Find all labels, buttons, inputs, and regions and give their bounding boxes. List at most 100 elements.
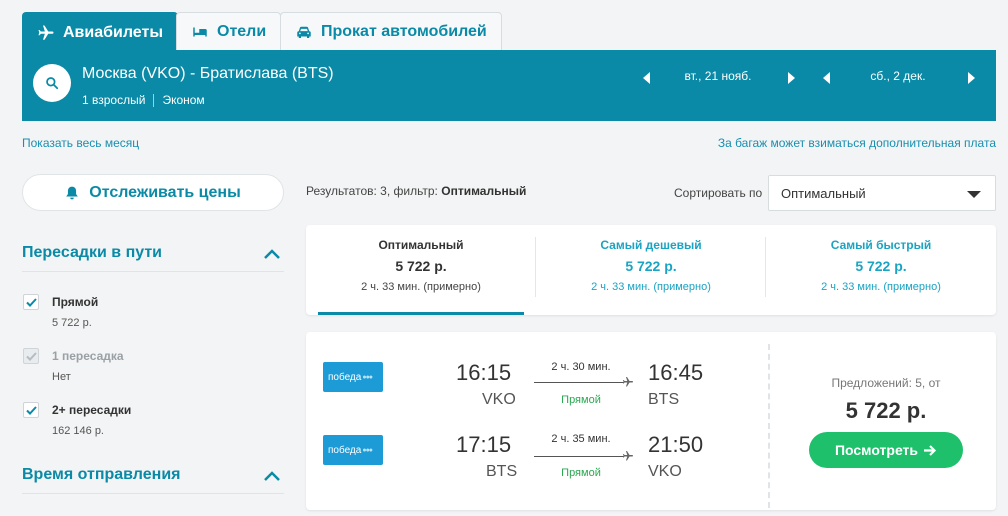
stops-direct-checkbox[interactable] bbox=[23, 294, 39, 310]
leg-departure-time: 17:15 bbox=[456, 432, 512, 457]
sort-tab-title: Оптимальный bbox=[378, 238, 464, 252]
chevron-up-icon[interactable] bbox=[264, 249, 280, 259]
leg-departure-airport: BTS bbox=[486, 463, 518, 480]
stops-one-price: Нет bbox=[52, 371, 71, 383]
leg-arrival-time: 21:50 bbox=[648, 432, 704, 457]
search-icon bbox=[46, 77, 59, 90]
return-date-prev-button[interactable] bbox=[820, 71, 834, 85]
view-deal-button[interactable]: Посмотреть bbox=[809, 432, 963, 468]
leg-arrival-time: 16:45 bbox=[648, 360, 704, 385]
divider bbox=[153, 93, 155, 107]
check-icon bbox=[25, 297, 37, 307]
show-month-link[interactable]: Показать весь месяц bbox=[22, 136, 139, 150]
tab-car-rental-label: Прокат автомобилей bbox=[321, 22, 487, 40]
sort-tab-price: 5 722 р. bbox=[395, 258, 447, 274]
bell-icon bbox=[66, 186, 79, 199]
caret-left-icon bbox=[643, 72, 650, 84]
track-prices-button[interactable]: Отслеживать цены bbox=[22, 174, 284, 211]
arrow-right-icon bbox=[924, 444, 937, 456]
offers-count: Предложений: 5, от bbox=[831, 376, 941, 390]
return-date[interactable]: сб., 2 дек. bbox=[838, 69, 958, 83]
cabin-class-text: Эконом bbox=[162, 93, 205, 107]
stops-direct-label: Прямой bbox=[52, 295, 99, 309]
depart-date[interactable]: вт., 21 нояб. bbox=[658, 69, 778, 83]
divider bbox=[22, 493, 284, 494]
chevron-up-icon[interactable] bbox=[264, 471, 280, 481]
sort-tab-duration: 2 ч. 33 мин. (примерно) bbox=[361, 281, 481, 293]
sort-tabs: Оптимальный 5 722 р. 2 ч. 33 мин. (приме… bbox=[306, 225, 996, 315]
leg-stops: Прямой bbox=[561, 467, 601, 479]
leg-departure-time: 16:15 bbox=[456, 360, 512, 385]
stops-direct-price: 5 722 р. bbox=[52, 317, 92, 329]
leg-duration: 2 ч. 30 мин. bbox=[551, 361, 611, 373]
passengers-text: 1 взрослый bbox=[82, 93, 146, 107]
sort-select-value: Оптимальный bbox=[781, 185, 866, 201]
route-text: Москва (VKO) - Братислава (BTS) bbox=[82, 65, 334, 82]
leg-departure-airport: VKO bbox=[482, 391, 516, 408]
stops-two-plus-price: 162 146 р. bbox=[52, 425, 104, 437]
caret-right-icon bbox=[968, 72, 975, 84]
airline-name: победа bbox=[328, 444, 362, 456]
leg-arrival-airport: BTS bbox=[648, 391, 680, 408]
active-tab-indicator bbox=[318, 312, 524, 315]
plane-icon bbox=[38, 25, 54, 40]
divider bbox=[22, 271, 284, 272]
return-date-next-button[interactable] bbox=[964, 71, 978, 85]
results-filter: Оптимальный bbox=[441, 184, 527, 198]
check-icon bbox=[25, 405, 37, 415]
plane-icon bbox=[623, 377, 633, 387]
result-price: 5 722 р. bbox=[845, 398, 927, 423]
caret-down-icon bbox=[967, 191, 981, 198]
sort-label: Сортировать по bbox=[674, 186, 763, 200]
caret-right-icon bbox=[788, 72, 795, 84]
baggage-fee-link[interactable]: За багаж может взиматься дополнительная … bbox=[718, 136, 996, 150]
tab-hotels-label: Отели bbox=[217, 22, 267, 40]
sort-tab-price: 5 722 р. bbox=[855, 258, 907, 274]
leg-arrival-airport: VKO bbox=[648, 463, 682, 480]
leg-duration: 2 ч. 35 мин. bbox=[551, 433, 611, 445]
caret-left-icon bbox=[823, 72, 830, 84]
stops-two-plus-label: 2+ пересадки bbox=[52, 403, 132, 417]
depart-date-next-button[interactable] bbox=[784, 71, 798, 85]
leg-stops: Прямой bbox=[561, 394, 601, 406]
card-divider bbox=[768, 344, 770, 508]
airline-logo: победа ●●● bbox=[323, 435, 383, 465]
sort-tab-cheapest[interactable]: Самый дешевый 5 722 р. 2 ч. 33 мин. (при… bbox=[536, 225, 766, 315]
track-prices-label: Отслеживать цены bbox=[89, 183, 241, 201]
tab-hotels[interactable]: Отели bbox=[176, 12, 282, 50]
sort-select[interactable]: Оптимальный bbox=[768, 175, 996, 211]
tab-flights[interactable]: Авиабилеты bbox=[22, 12, 178, 52]
view-deal-label: Посмотреть bbox=[834, 442, 919, 458]
stops-two-plus-checkbox[interactable] bbox=[23, 402, 39, 418]
results-count: Результатов: 3, фильтр: bbox=[306, 184, 438, 198]
plane-icon bbox=[623, 451, 633, 461]
sort-tab-optimal[interactable]: Оптимальный 5 722 р. 2 ч. 33 мин. (приме… bbox=[306, 225, 536, 315]
tab-flights-label: Авиабилеты bbox=[63, 23, 163, 41]
depart-date-prev-button[interactable] bbox=[640, 71, 654, 85]
logo-dots: ●●● bbox=[362, 446, 373, 454]
sort-tab-duration: 2 ч. 33 мин. (примерно) bbox=[591, 281, 711, 293]
sort-tab-title: Самый дешевый bbox=[600, 238, 702, 252]
sort-tab-duration: 2 ч. 33 мин. (примерно) bbox=[821, 281, 941, 293]
car-icon bbox=[297, 26, 311, 38]
departure-time-filter-title[interactable]: Время отправления bbox=[22, 466, 181, 484]
route-details: 1 взрослый Эконом bbox=[82, 93, 205, 107]
airline-logo: победа ●●● bbox=[323, 362, 383, 392]
bed-icon bbox=[193, 27, 207, 36]
sort-tab-title: Самый быстрый bbox=[830, 238, 932, 252]
tab-car-rental[interactable]: Прокат автомобилей bbox=[280, 12, 502, 50]
result-card[interactable]: победа ●●● 16:15 VKO 2 ч. 30 мин. Прямой … bbox=[306, 332, 996, 510]
search-button[interactable] bbox=[33, 64, 71, 102]
leg-line bbox=[534, 382, 624, 383]
leg-line bbox=[534, 456, 624, 457]
stops-one-label: 1 пересадка bbox=[52, 349, 124, 363]
stops-one-checkbox[interactable] bbox=[23, 348, 39, 364]
sort-tab-price: 5 722 р. bbox=[625, 258, 677, 274]
sort-tab-fastest[interactable]: Самый быстрый 5 722 р. 2 ч. 33 мин. (при… bbox=[766, 225, 996, 315]
logo-dots: ●●● bbox=[362, 373, 373, 381]
search-summary-bar[interactable]: Москва (VKO) - Братислава (BTS) 1 взросл… bbox=[22, 50, 996, 121]
results-summary: Результатов: 3, фильтр: Оптимальный bbox=[306, 184, 526, 198]
airline-name: победа bbox=[328, 371, 362, 383]
stops-filter-title[interactable]: Пересадки в пути bbox=[22, 244, 162, 262]
check-icon bbox=[25, 351, 37, 361]
